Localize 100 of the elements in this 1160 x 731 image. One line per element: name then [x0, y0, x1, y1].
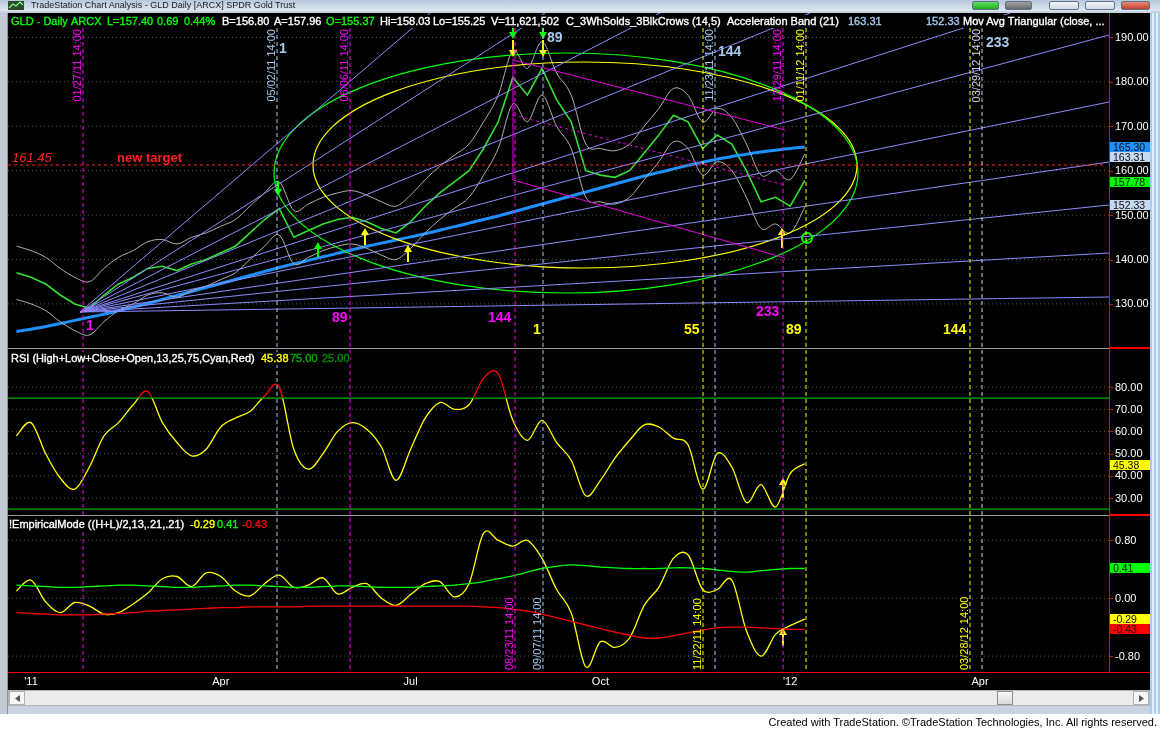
- cycle-count-label: 144: [718, 43, 742, 59]
- value-tag: 165.30: [1110, 142, 1150, 152]
- axis-label: 40.00: [1115, 470, 1143, 482]
- cycle-count-label: 233: [986, 34, 1010, 50]
- legend-label: 163.31: [848, 15, 882, 28]
- up-arrow-icon: [778, 228, 786, 249]
- axis-label: Oct: [591, 675, 609, 688]
- axis-label: 80.00: [1115, 381, 1143, 393]
- legend-label: 0.44%: [184, 15, 216, 28]
- legend-label: -0.43: [242, 518, 268, 531]
- cycle-count-label: 89: [547, 29, 563, 45]
- value-tag: -0.29: [1110, 614, 1150, 624]
- date-label: 01/11/12 14:00: [794, 29, 806, 102]
- legend-label: V=11,621,502: [491, 15, 559, 28]
- legend-label: L=157.40: [107, 15, 154, 28]
- minimize-button[interactable]: [1049, 1, 1079, 10]
- cycle-count-label: 144: [488, 309, 512, 325]
- cycle-count-label: 55: [684, 321, 700, 337]
- legend-label: -0.29: [190, 518, 216, 531]
- legend-label: Acceleration Band (21): [727, 15, 839, 28]
- cycle-count-label: 89: [786, 321, 802, 337]
- legend-label: !EmpiricalMode ((H+L)/2,13,.21,.21): [9, 518, 185, 531]
- axis-label: Apr: [212, 675, 230, 688]
- date-label: 11/22/11 14:00: [691, 598, 703, 670]
- legend-label: B=156.80: [222, 15, 270, 28]
- value-tag: 0.41: [1110, 563, 1150, 573]
- axis-label: 0.80: [1115, 534, 1137, 546]
- cycle-count-label: 144: [943, 321, 967, 337]
- legend-label: Hi=158.03: [380, 15, 431, 28]
- legend-label: 0.69: [157, 15, 179, 28]
- axis-label: 130.00: [1115, 298, 1149, 310]
- axis-label: 160.00: [1115, 165, 1149, 177]
- date-label: 11/23/11 14:00: [703, 29, 715, 101]
- up-arrow-icon: [314, 242, 322, 258]
- toolbar-button[interactable]: [1005, 1, 1032, 10]
- axis-label: 60.00: [1115, 425, 1143, 437]
- axis-label: 0.00: [1115, 592, 1137, 604]
- date-label: 03/29/12 14:00: [970, 29, 982, 103]
- axis-label: '12: [783, 675, 798, 688]
- date-label: 03/28/12 14:00: [958, 596, 970, 670]
- axis-label: 190.00: [1115, 31, 1149, 43]
- toolbar-button[interactable]: [972, 1, 999, 10]
- target-price-label: 161.45: [12, 150, 52, 165]
- value-tag: 163.31: [1110, 152, 1150, 162]
- cycle-count-label: 1: [279, 40, 287, 56]
- maximize-button[interactable]: [1085, 1, 1115, 10]
- legend-label: Mov Avg Triangular (close, ...: [963, 15, 1105, 28]
- axis-label: 180.00: [1115, 76, 1149, 88]
- legend-label: GLD - Daily: [11, 15, 68, 28]
- up-arrow-icon: [779, 628, 787, 647]
- axis-label: 140.00: [1115, 254, 1149, 265]
- legend-label: A=157.96: [274, 15, 322, 28]
- scrollbar-thumb[interactable]: [997, 691, 1013, 705]
- legend-label: 152.33: [926, 15, 960, 28]
- date-label: 05/02/11 14:00: [265, 29, 277, 102]
- legend-label: C_3WhSolds_3BlkCrows (14,5): [566, 15, 721, 28]
- up-arrow-icon: [361, 228, 369, 246]
- legend-label: 75.00: [290, 352, 318, 365]
- up-arrow-icon: [779, 478, 787, 499]
- cycle-count-label: 89: [332, 309, 348, 325]
- axis-label: 30.00: [1115, 492, 1143, 504]
- caret-left-icon: [14, 694, 20, 702]
- date-label: 09/07/11 14:00: [531, 597, 543, 670]
- legend-label: 45.38: [261, 352, 289, 365]
- axis-label: Apr: [971, 675, 989, 688]
- date-label: 08/23/11 14:00: [503, 597, 515, 670]
- scrollbar[interactable]: [8, 690, 1150, 706]
- caret-right-icon: [1138, 694, 1144, 702]
- axis-label: 150.00: [1115, 209, 1149, 221]
- app-icon: [8, 1, 24, 10]
- cycle-count-label: 1: [533, 321, 541, 337]
- legend-label: Lo=155.25: [433, 15, 486, 28]
- axis-label: Jul: [403, 675, 418, 688]
- axis-label: 50.00: [1115, 448, 1143, 460]
- target-note: new target: [117, 150, 182, 165]
- cycle-count-label: 1: [86, 317, 94, 333]
- axis-label: '11: [24, 675, 38, 688]
- axis-label: 70.00: [1115, 403, 1143, 415]
- legend-label: 25.00: [322, 352, 350, 365]
- legend-label: O=155.37: [326, 15, 375, 28]
- circle-marker-icon: [801, 232, 813, 244]
- date-label: 01/27/11 14:00: [71, 29, 83, 102]
- scroll-left-button[interactable]: [9, 691, 25, 705]
- date-label: 12/29/11 14:00: [771, 29, 783, 102]
- legend-label: 0.41: [217, 518, 239, 531]
- footer-text: Created with TradeStation. ©TradeStation Technologies, Inc. All rights reserved.: [768, 716, 1157, 729]
- axis-label: -0.80: [1115, 650, 1141, 662]
- window-title: TradeStation Chart Analysis - GLD Daily [ARCX] SPDR Gold Trust: [31, 0, 296, 11]
- value-tag: -0.43: [1110, 624, 1150, 634]
- legend-label: ARCX: [71, 15, 102, 28]
- value-tag: 157.78: [1110, 177, 1150, 187]
- value-tag: 152.33: [1110, 200, 1150, 210]
- value-tag: 45.38: [1110, 460, 1150, 470]
- scroll-right-button[interactable]: [1133, 691, 1149, 705]
- down-arrow-icon: [274, 180, 282, 196]
- legend-label: RSI (High+Low+Close+Open,13,25,75,Cyan,Red): [11, 352, 255, 365]
- cycle-count-label: 233: [756, 303, 780, 319]
- date-label: 06/06/11 14:00: [338, 29, 350, 102]
- axis-label: 170.00: [1115, 120, 1149, 132]
- close-button[interactable]: [1121, 1, 1150, 10]
